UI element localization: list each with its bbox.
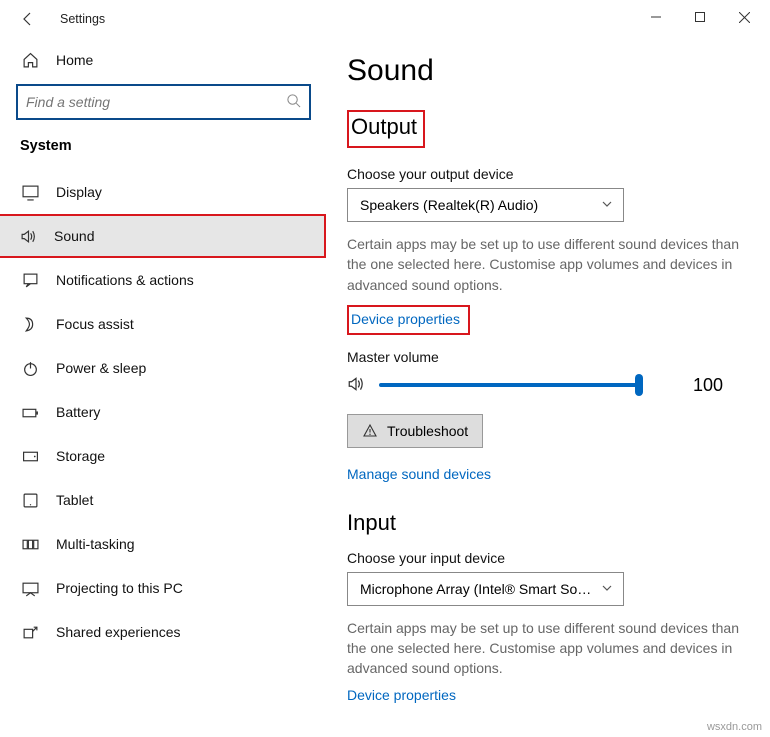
maximize-button[interactable]: [678, 2, 722, 32]
manage-sound-devices-link[interactable]: Manage sound devices: [347, 466, 491, 482]
main-content: Sound Output Choose your output device S…: [325, 38, 770, 737]
search-box[interactable]: [16, 84, 311, 120]
output-device-value: Speakers (Realtek(R) Audio): [360, 197, 538, 213]
chevron-down-icon: [601, 197, 613, 213]
search-icon: [286, 93, 301, 111]
sidebar-item-battery[interactable]: Battery: [16, 390, 311, 434]
projecting-icon: [20, 578, 40, 598]
minimize-button[interactable]: [634, 2, 678, 32]
input-device-select[interactable]: Microphone Array (Intel® Smart So…: [347, 572, 624, 606]
output-device-label: Choose your output device: [347, 166, 760, 182]
chevron-down-icon: [601, 581, 613, 597]
sidebar-item-power-sleep[interactable]: Power & sleep: [16, 346, 311, 390]
troubleshoot-label: Troubleshoot: [387, 423, 468, 439]
sidebar-item-display[interactable]: Display: [16, 170, 311, 214]
output-heading-highlight: Output: [347, 110, 425, 148]
sidebar-item-multitasking[interactable]: Multi-tasking: [16, 522, 311, 566]
input-device-properties-link[interactable]: Device properties: [347, 687, 456, 703]
home-label: Home: [56, 52, 93, 68]
power-icon: [20, 358, 40, 378]
sidebar-item-sound[interactable]: Sound: [0, 214, 326, 258]
master-volume-row: 100: [347, 375, 760, 396]
sound-icon: [18, 226, 38, 246]
master-volume-value: 100: [693, 375, 723, 396]
search-input[interactable]: [26, 94, 286, 110]
sidebar-home[interactable]: Home: [16, 38, 311, 82]
battery-icon: [20, 402, 40, 422]
display-icon: [20, 182, 40, 202]
page-title: Sound: [347, 54, 760, 88]
sidebar-category: System: [20, 138, 311, 154]
sidebar-item-focus-assist[interactable]: Focus assist: [16, 302, 311, 346]
sidebar-item-storage[interactable]: Storage: [16, 434, 311, 478]
tablet-icon: [20, 490, 40, 510]
input-heading: Input: [347, 510, 396, 536]
output-description: Certain apps may be set up to use differ…: [347, 234, 757, 295]
home-icon: [20, 50, 40, 70]
device-properties-highlight: Device properties: [347, 305, 470, 335]
storage-icon: [20, 446, 40, 466]
window-title: Settings: [60, 12, 105, 26]
output-device-select[interactable]: Speakers (Realtek(R) Audio): [347, 188, 624, 222]
sidebar-item-notifications[interactable]: Notifications & actions: [16, 258, 311, 302]
troubleshoot-button[interactable]: Troubleshoot: [347, 414, 483, 448]
input-device-label: Choose your input device: [347, 550, 760, 566]
output-device-properties-link[interactable]: Device properties: [351, 311, 460, 327]
sidebar-item-tablet[interactable]: Tablet: [16, 478, 311, 522]
sidebar-item-shared-experiences[interactable]: Shared experiences: [16, 610, 311, 654]
input-description: Certain apps may be set up to use differ…: [347, 618, 757, 679]
sidebar-item-projecting[interactable]: Projecting to this PC: [16, 566, 311, 610]
master-volume-slider[interactable]: [379, 383, 639, 387]
input-device-value: Microphone Array (Intel® Smart So…: [360, 581, 591, 597]
slider-thumb[interactable]: [635, 374, 643, 396]
notifications-icon: [20, 270, 40, 290]
close-button[interactable]: [722, 2, 766, 32]
speaker-icon[interactable]: [347, 375, 365, 396]
multitasking-icon: [20, 534, 40, 554]
window-controls: [634, 2, 766, 32]
watermark: wsxdn.com: [707, 721, 762, 733]
focus-assist-icon: [20, 314, 40, 334]
output-heading: Output: [351, 114, 417, 140]
shared-icon: [20, 622, 40, 642]
sidebar: Home System Display Sound Notifications …: [0, 38, 325, 737]
back-button[interactable]: [10, 1, 46, 37]
master-volume-label: Master volume: [347, 349, 760, 365]
